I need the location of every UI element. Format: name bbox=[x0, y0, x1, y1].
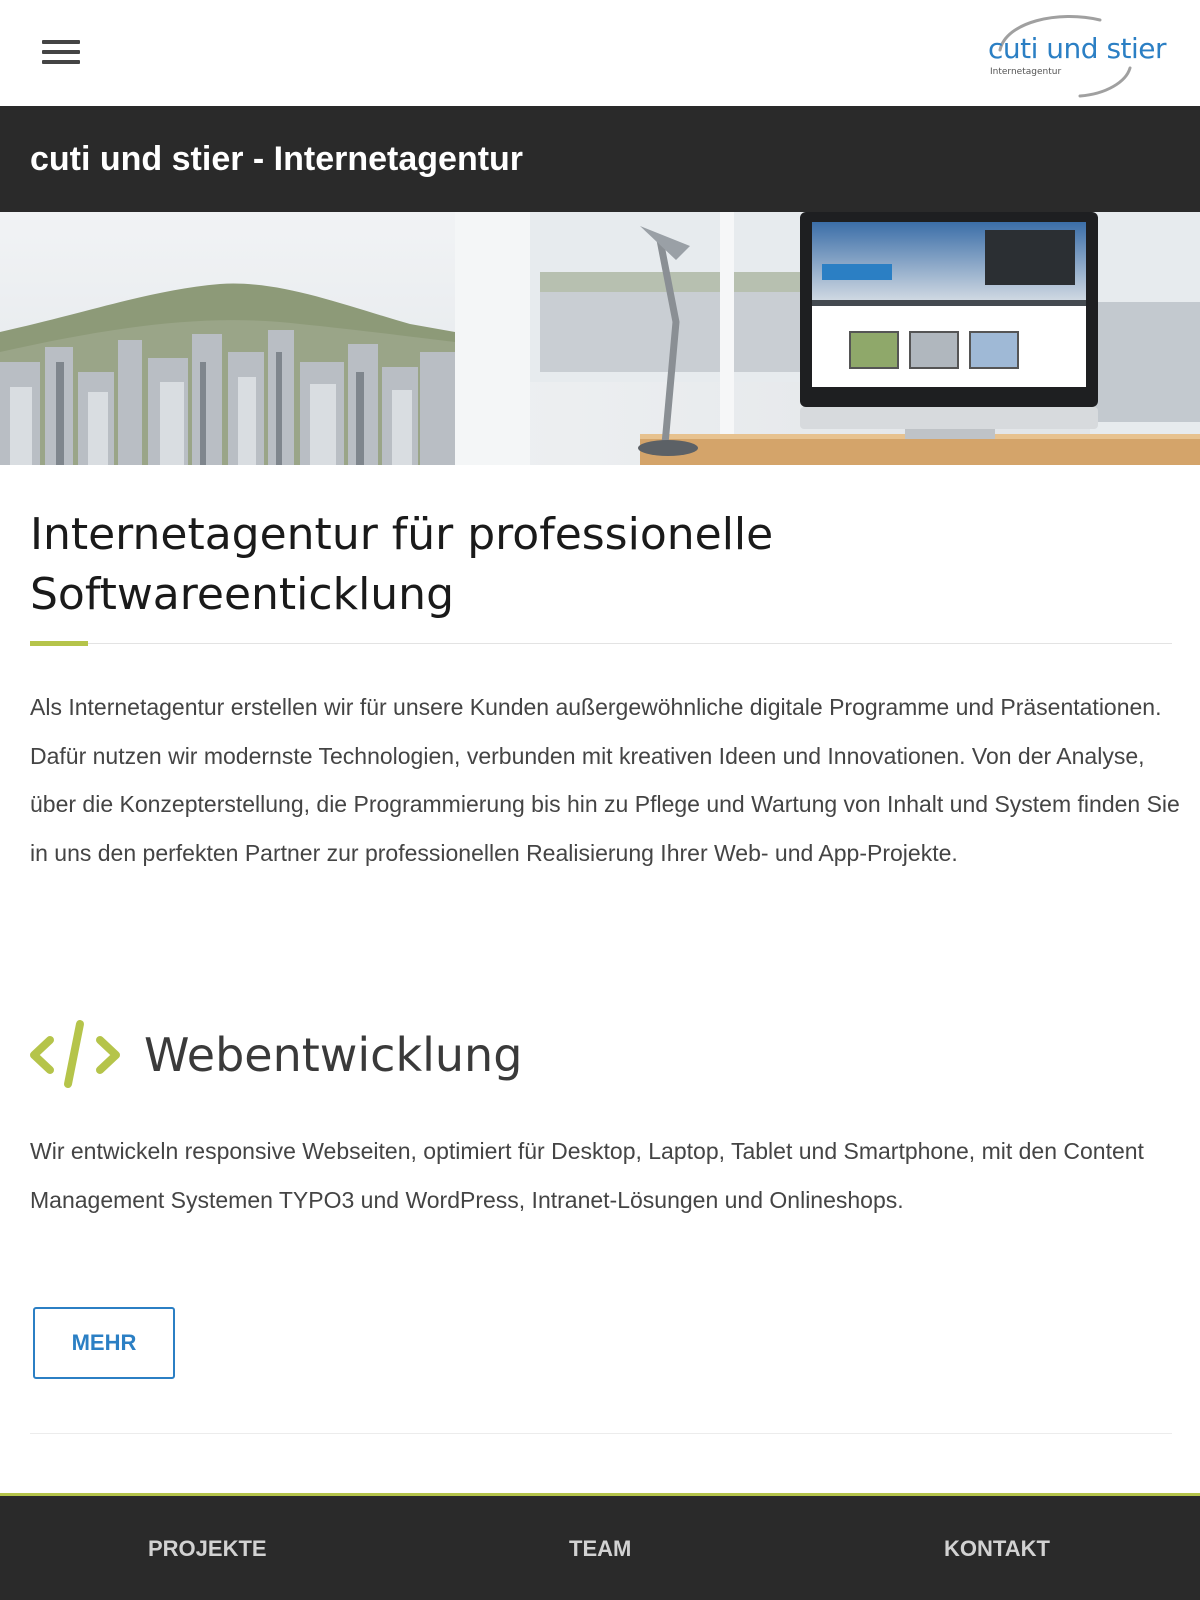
logo-wordmark: cuti und stier bbox=[988, 32, 1167, 65]
section-title: Webentwicklung bbox=[144, 1028, 523, 1082]
bottom-navigation: PROJEKTE TEAM KONTAKT bbox=[0, 1493, 1200, 1600]
hero-image bbox=[0, 212, 1200, 465]
logo-tagline: Internetagentur bbox=[990, 67, 1062, 77]
top-header: cuti und stier Internetagentur bbox=[0, 0, 1200, 106]
company-logo[interactable]: cuti und stier Internetagentur bbox=[980, 10, 1167, 98]
menu-line bbox=[42, 50, 80, 54]
section-divider bbox=[30, 1433, 1172, 1434]
more-button[interactable]: MEHR bbox=[33, 1307, 175, 1379]
city-view-desk-computer-illustration bbox=[0, 212, 1200, 465]
nav-item-projekte[interactable]: PROJEKTE bbox=[148, 1536, 267, 1562]
heading-divider bbox=[30, 643, 1172, 644]
section-paragraph: Wir entwickeln responsive Webseiten, opt… bbox=[30, 1138, 1144, 1213]
nav-item-team[interactable]: TEAM bbox=[569, 1536, 631, 1562]
site-title: cuti und stier - Internetagentur bbox=[30, 140, 524, 178]
menu-line bbox=[42, 40, 80, 44]
site-title-bar: cuti und stier - Internetagentur bbox=[0, 106, 1200, 212]
menu-line bbox=[42, 60, 80, 64]
intro-paragraph: Als Internetagentur erstellen wir für un… bbox=[30, 694, 1180, 866]
main-heading: Internetagentur für professionelle Softw… bbox=[30, 509, 774, 620]
hamburger-menu-icon[interactable] bbox=[42, 38, 80, 66]
code-brackets-icon bbox=[30, 1020, 120, 1088]
nav-item-kontakt[interactable]: KONTAKT bbox=[944, 1536, 1050, 1562]
heading-accent-bar bbox=[30, 641, 88, 646]
